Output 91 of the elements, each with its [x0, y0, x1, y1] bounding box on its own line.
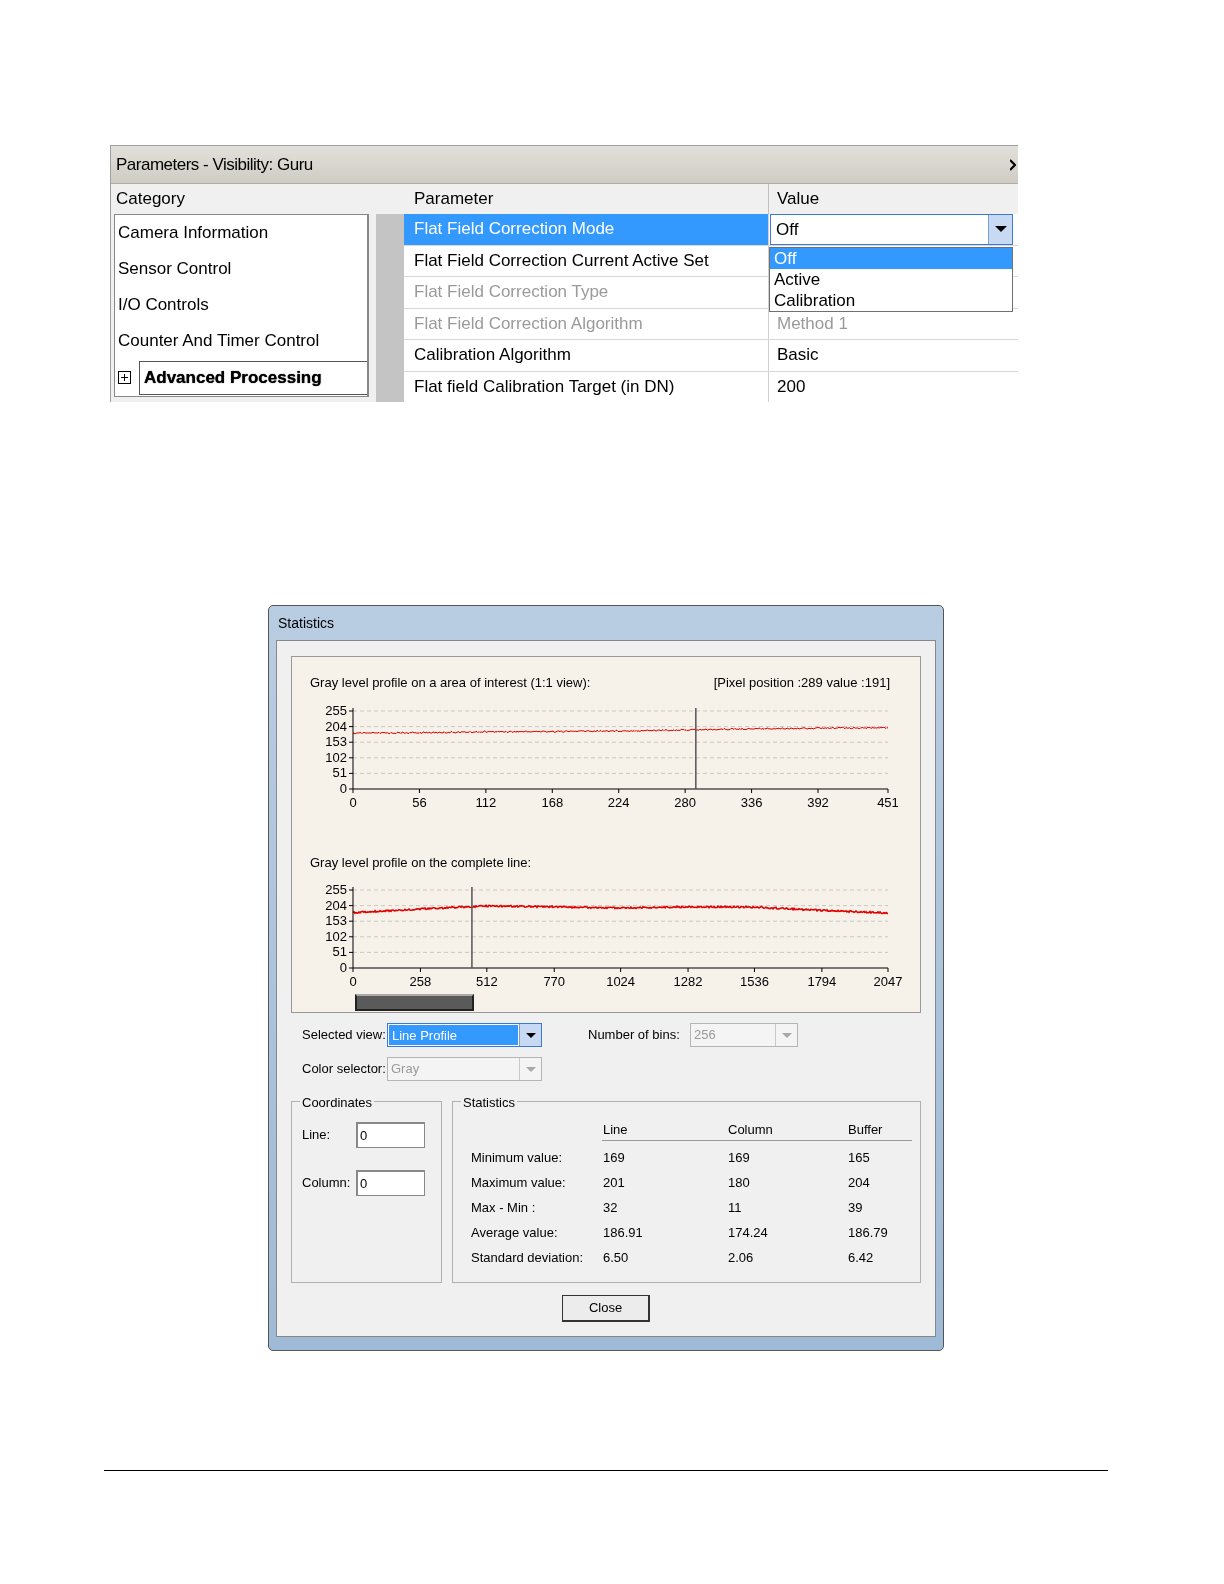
parameter-name[interactable]: Calibration Algorithm — [404, 340, 769, 371]
tick-label: 258 — [409, 974, 432, 989]
tick-label: 336 — [740, 794, 763, 810]
table-cell-text: 169 — [602, 1149, 626, 1167]
parameter-name[interactable]: Flat field Calibration Target (in DN) — [404, 371, 769, 402]
chart-title: Gray level profile on a area of interest (1:1 view): — [310, 674, 591, 692]
tick-label: 0 — [349, 974, 357, 989]
tick-label: 224 — [607, 794, 630, 810]
pixel-readout: [Pixel position :289 value :191] — [713, 674, 890, 692]
category-item[interactable]: Advanced Processing — [139, 360, 367, 395]
input-field[interactable]: 0 — [356, 1170, 425, 1196]
dropdown-option[interactable]: Calibration — [770, 290, 1012, 311]
table-cell-text: 6.50 — [602, 1249, 630, 1267]
dropdown-value: Line Profile — [389, 1025, 518, 1045]
table-cell-text: 11 — [727, 1199, 743, 1217]
table-cell-text: 2.06 — [727, 1249, 755, 1267]
tick-label: 2047 — [873, 974, 903, 989]
cursor-line[interactable] — [695, 706, 697, 790]
field-label: Color selector: — [301, 1060, 387, 1079]
row-label: Maximum value: — [471, 1174, 567, 1192]
scrollbar-thumb[interactable] — [355, 994, 474, 1011]
tick-label: 0 — [349, 794, 357, 810]
tick-label: 392 — [807, 794, 829, 810]
dropdown-value: Gray — [390, 1060, 421, 1078]
table-cell-text: 204 — [847, 1174, 871, 1192]
table-cell-text: 186.79 — [847, 1224, 889, 1242]
tick-label: 168 — [541, 794, 564, 810]
caret-icon[interactable] — [988, 215, 1012, 244]
tick-label: 102 — [325, 749, 347, 765]
dropdown-value: 256 — [693, 1026, 717, 1044]
category-item[interactable]: Sensor Control — [115, 256, 235, 282]
tick-label: 770 — [543, 974, 566, 989]
table-cell-text: 6.42 — [847, 1249, 875, 1267]
category-item[interactable]: Camera Information — [115, 220, 272, 246]
category-item[interactable]: Counter And Timer Control — [115, 328, 323, 354]
tick-label: 204 — [325, 718, 347, 734]
tick-label: 51 — [332, 764, 347, 780]
tick-label: 1024 — [606, 974, 636, 989]
row-label: Average value: — [471, 1224, 559, 1242]
input-field[interactable]: 0 — [356, 1122, 425, 1148]
tick-label: 102 — [325, 928, 347, 944]
table-cell-text: 180 — [727, 1174, 751, 1192]
chart-title: Gray level profile on the complete line: — [310, 853, 532, 872]
tick-label: 51 — [332, 944, 347, 960]
tick-label: 153 — [325, 733, 347, 749]
chevron-icon[interactable] — [1010, 158, 1016, 171]
tick-label: 1282 — [673, 974, 703, 989]
tick-label: 112 — [475, 794, 497, 810]
close-button[interactable]: Close — [562, 1295, 650, 1322]
column-header: Category — [115, 188, 186, 210]
window-title: Statistics — [277, 614, 335, 633]
column-header: Column — [727, 1120, 847, 1141]
tick-label: 1536 — [740, 974, 769, 989]
row-label: Max - Min : — [471, 1199, 537, 1217]
table-cell-text: 32 — [602, 1199, 619, 1217]
expand-icon[interactable] — [118, 371, 131, 384]
field-label: Column: — [302, 1174, 352, 1193]
tick-label: 0 — [339, 960, 347, 975]
caret-icon[interactable] — [519, 1024, 541, 1046]
field-label: Line: — [302, 1126, 332, 1145]
column-header: Value — [776, 188, 821, 210]
tick-label: 1794 — [807, 974, 837, 989]
parameter-value: Method 1 — [776, 312, 849, 335]
tick-label: 255 — [325, 702, 347, 718]
category-item[interactable]: I/O Controls — [115, 292, 212, 318]
field-label: Number of bins: — [588, 1026, 681, 1045]
table-cell-text: 165 — [847, 1149, 871, 1167]
table-cell-text: 186.91 — [602, 1224, 644, 1242]
value-dropdown[interactable]: Off — [770, 214, 1013, 245]
row-label: Minimum value: — [471, 1149, 564, 1167]
dropdown-value: Off — [775, 219, 800, 241]
tick-label: 280 — [674, 794, 696, 810]
parameter-value: 200 — [776, 375, 807, 398]
column-header: Line — [602, 1120, 727, 1141]
tick-label: 512 — [475, 974, 498, 989]
tick-label: 56 — [412, 794, 427, 810]
parameter-value: Basic — [776, 344, 820, 366]
table-cell-text: 39 — [847, 1199, 864, 1217]
tick-label: 451 — [877, 794, 899, 810]
field-label: Selected view: — [301, 1026, 387, 1045]
column-header: Buffer — [847, 1120, 912, 1141]
panel-title: Parameters - Visibility: Guru — [116, 153, 313, 176]
tick-label: 0 — [339, 780, 347, 796]
dropdown-option[interactable]: Active — [770, 269, 1012, 290]
tick-label: 255 — [325, 882, 347, 897]
tick-label: 204 — [325, 897, 347, 913]
row-label: Standard deviation: — [471, 1249, 585, 1267]
table-cell-text: 169 — [727, 1149, 751, 1167]
table-cell-text: 174.24 — [727, 1224, 769, 1242]
table-cell-text: 201 — [602, 1174, 626, 1192]
tick-label: 153 — [325, 913, 347, 929]
